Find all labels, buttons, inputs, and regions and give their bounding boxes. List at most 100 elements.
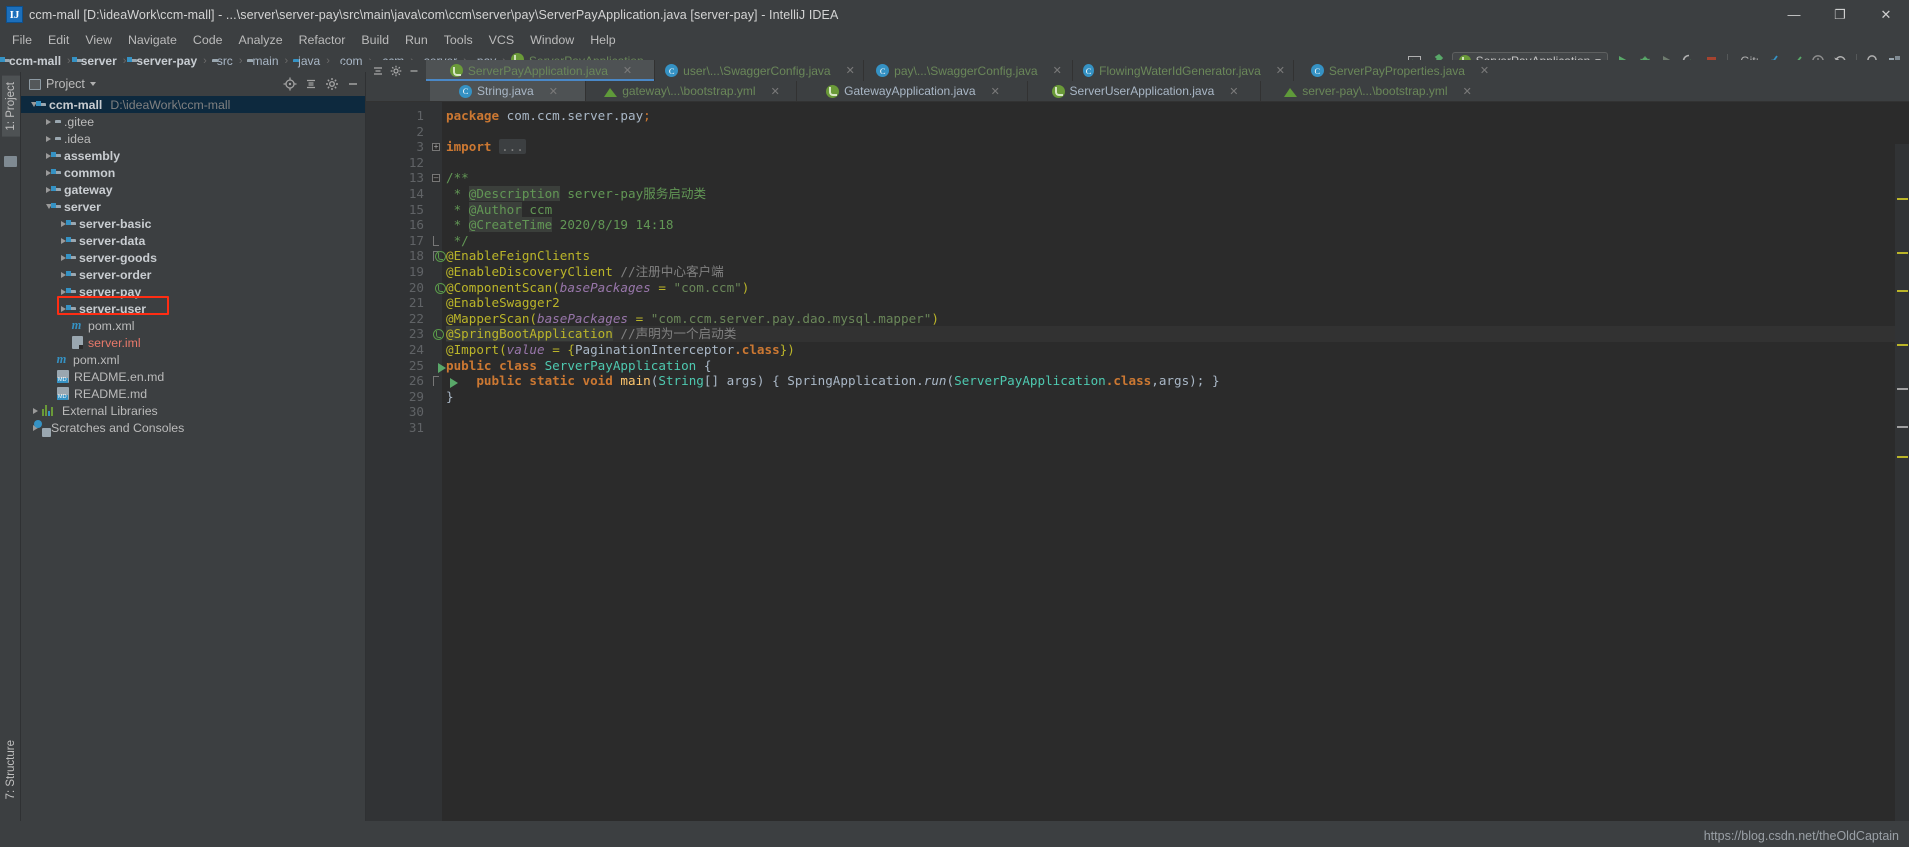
locate-icon[interactable] [282,76,298,92]
tree-node-server-order[interactable]: server-order [21,266,365,283]
code-line-3: import ... [446,139,526,155]
minimize-button[interactable]: — [1771,0,1817,29]
breadcrumb-src[interactable]: src [212,54,234,68]
hide-icon[interactable] [406,63,422,79]
close-icon[interactable]: ✕ [1463,85,1472,98]
breadcrumb-main[interactable]: main [247,54,279,68]
change-marker[interactable] [1897,388,1908,390]
tree-node-server-basic[interactable]: server-basic [21,215,365,232]
tree-node-gitee[interactable]: .gitee [21,113,365,130]
tree-node-ccm-mall[interactable]: ccm-mall D:\ideaWork\ccm-mall [21,96,365,113]
editor-tab-flowingwateridgenerator[interactable]: C FlowingWaterIdGenerator.java ✕ [1073,60,1293,81]
code-lines[interactable]: package com.ccm.server.pay; import ... /… [442,102,1909,821]
sort-tabs-icon[interactable] [370,63,386,79]
fold-javadoc-collapse[interactable]: – [430,170,442,186]
editor-tab-serverpayapplication[interactable]: ServerPayApplication.java ✕ [426,60,654,81]
close-icon[interactable]: ✕ [623,64,632,77]
hide-icon[interactable] [345,76,361,92]
menu-tools[interactable]: Tools [436,31,481,49]
collapse-all-icon[interactable] [303,76,319,92]
close-icon[interactable]: ✕ [991,85,1000,98]
tree-node-readme-en[interactable]: README.en.md [21,368,365,385]
breadcrumb-server-pay[interactable]: server-pay [131,54,198,68]
close-icon[interactable]: ✕ [846,64,855,77]
change-marker[interactable] [1897,426,1908,428]
warning-marker[interactable] [1897,198,1908,200]
breadcrumb-separator: › [122,55,127,67]
tree-node-server[interactable]: server [21,198,365,215]
tree-node-server-iml[interactable]: server.iml [21,334,365,351]
fold-import-expand[interactable]: + [430,139,442,155]
menu-file[interactable]: File [4,31,40,49]
menu-bar: File Edit View Navigate Code Analyze Ref… [0,29,1909,50]
menu-view[interactable]: View [77,31,120,49]
settings-gear-icon[interactable] [324,76,340,92]
menu-analyze[interactable]: Analyze [231,31,291,49]
menu-vcs[interactable]: VCS [481,31,522,49]
tree-node-gateway[interactable]: gateway [21,181,365,198]
menu-navigate[interactable]: Navigate [120,31,185,49]
warning-marker[interactable] [1897,252,1908,254]
line-number: 29 [408,388,424,404]
close-button[interactable]: ✕ [1863,0,1909,29]
tree-node-common[interactable]: common [21,164,365,181]
menu-refactor[interactable]: Refactor [291,31,354,49]
editor-marker-strip[interactable] [1895,144,1909,821]
tree-node-assembly[interactable]: assembly [21,147,365,164]
tree-node-readme[interactable]: README.md [21,385,365,402]
maximize-button[interactable]: ❐ [1817,0,1863,29]
breadcrumb-server[interactable]: server [76,54,118,68]
editor-tab-user-swaggerconfig[interactable]: C user\...\SwaggerConfig.java ✕ [655,60,863,81]
editor-tab-serveruserapplication[interactable]: ServerUserApplication.java ✕ [1028,81,1260,101]
close-icon[interactable]: ✕ [1480,64,1489,77]
editor-tab-gateway-bootstrap[interactable]: gateway\...\bootstrap.yml ✕ [586,81,796,101]
tree-node-server-goods[interactable]: server-goods [21,249,365,266]
expand-arrow-icon[interactable] [42,135,55,142]
menu-build[interactable]: Build [353,31,397,49]
editor-tab-gatewayapplication[interactable]: GatewayApplication.java ✕ [797,81,1027,101]
breadcrumb-ccm-mall[interactable]: ccm-mall [4,54,62,68]
favorites-icon[interactable] [4,156,17,167]
fold-javadoc-end[interactable] [430,233,442,249]
editor-tab-pay-swaggerconfig[interactable]: C pay\...\SwaggerConfig.java ✕ [864,60,1072,81]
tool-window-tab-structure[interactable]: 7: Structure [2,734,20,805]
warning-marker[interactable] [1897,290,1908,292]
breadcrumb-java[interactable]: java [293,54,321,68]
close-icon[interactable]: ✕ [1053,64,1062,77]
menu-window[interactable]: Window [522,31,582,49]
tree-node-server-pom[interactable]: m pom.xml [21,317,365,334]
editor-tab-serverpay-bootstrap[interactable]: server-pay\...\bootstrap.yml ✕ [1261,81,1493,101]
tree-node-idea[interactable]: .idea [21,130,365,147]
warning-marker[interactable] [1897,456,1908,458]
settings-gear-icon[interactable] [388,63,404,79]
tree-node-external-libraries[interactable]: External Libraries [21,402,365,419]
tool-window-tab-project[interactable]: 1: Project [2,76,20,137]
code-editor[interactable]: 1 2 3 12 13 14 15 16 17 18 19 20 21 22 2… [366,102,1909,821]
menu-code[interactable]: Code [185,31,231,49]
breadcrumb-com[interactable]: com [335,54,364,68]
close-icon[interactable]: ✕ [771,85,780,98]
close-icon[interactable]: ✕ [1276,64,1285,77]
tree-node-root-pom[interactable]: m pom.xml [21,351,365,368]
menu-run[interactable]: Run [397,31,436,49]
tree-node-server-user[interactable]: server-user [21,300,365,317]
tree-node-scratches[interactable]: Scratches and Consoles [21,419,365,436]
line-number-18: 18 [366,248,446,264]
fold-method-collapse[interactable] [430,373,442,389]
close-icon[interactable]: ✕ [549,85,558,98]
expand-arrow-icon[interactable] [29,407,42,414]
warning-marker[interactable] [1897,344,1908,346]
chevron-down-icon[interactable] [89,82,96,86]
editor-tab-serverpayproperties[interactable]: C ServerPayProperties.java ✕ [1294,60,1504,81]
breadcrumb-separator: › [326,55,330,67]
breadcrumb-separator: › [284,55,289,67]
tree-node-server-pay[interactable]: server-pay [21,283,365,300]
menu-help[interactable]: Help [582,31,623,49]
tree-node-server-data[interactable]: server-data [21,232,365,249]
editor-tab-string-java[interactable]: C String.java ✕ [430,81,585,101]
close-icon[interactable]: ✕ [1229,85,1238,98]
menu-edit[interactable]: Edit [40,31,77,49]
expand-arrow-icon[interactable] [42,118,55,125]
editor-tab-row-1: ServerPayApplication.java ✕ C user\...\S… [366,60,1909,81]
